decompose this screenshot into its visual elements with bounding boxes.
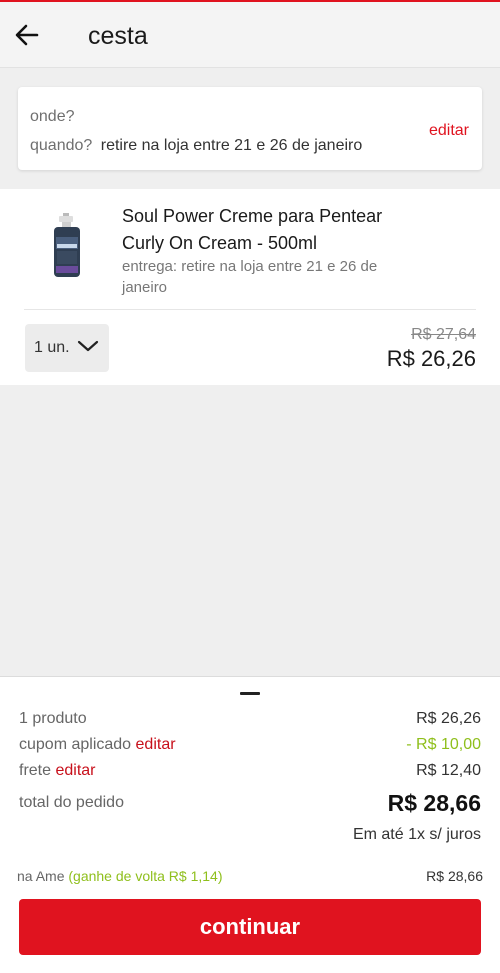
coupon-value: - R$ 10,00	[406, 736, 481, 753]
when-label: quando?	[30, 137, 93, 154]
total-label: total do pedido	[19, 794, 124, 811]
edit-coupon-link[interactable]: editar	[136, 736, 176, 753]
shipping-value: R$ 12,40	[416, 762, 481, 779]
total-value: R$ 28,66	[387, 790, 481, 816]
chevron-down-icon	[77, 340, 99, 352]
edit-shipping-link[interactable]: editar	[55, 762, 95, 779]
products-row: 1 produto R$ 26,26	[19, 710, 481, 732]
shipping-label-wrap: frete editar	[19, 762, 96, 780]
order-summary-panel: 1 produto R$ 26,26 cupom aplicado editar…	[0, 676, 500, 973]
ame-cashback: (ganhe de volta R$ 1,14)	[68, 868, 223, 884]
product-name[interactable]: Soul Power Creme para Pentear Curly On C…	[122, 203, 422, 257]
delivery-info: entrega: retire na loja entre 21 e 26 de…	[122, 258, 378, 296]
products-value: R$ 26,26	[416, 710, 481, 727]
arrow-left-icon[interactable]	[12, 20, 42, 50]
page-title: cesta	[88, 22, 148, 50]
app-header: cesta	[0, 2, 500, 68]
product-bottle-image[interactable]	[47, 213, 87, 279]
shipping-row: frete editar R$ 12,40	[19, 762, 481, 784]
continue-button[interactable]: continuar	[19, 899, 481, 955]
ame-row: na Ame (ganhe de volta R$ 1,14) R$ 28,66	[17, 868, 483, 888]
when-value: retire na loja entre 21 e 26 de janeiro	[100, 137, 363, 154]
divider	[24, 309, 476, 310]
drag-handle[interactable]	[240, 692, 260, 695]
current-price: R$ 26,26	[386, 346, 476, 371]
ame-label: na Ame	[17, 868, 65, 884]
products-label: 1 produto	[19, 710, 87, 727]
ame-value: R$ 28,66	[426, 868, 483, 884]
installments-info: Em até 1x s/ juros	[352, 826, 481, 843]
edit-location-link[interactable]: editar	[429, 122, 469, 140]
where-label: onde?	[30, 108, 75, 125]
coupon-row: cupom aplicado editar - R$ 10,00	[19, 736, 481, 758]
quantity-select[interactable]: 1 un.	[25, 324, 109, 372]
pickup-location-card: onde? quando? retire na loja entre 21 e …	[18, 87, 482, 170]
shipping-label: frete	[19, 762, 52, 779]
original-price: R$ 27,64	[411, 326, 476, 343]
when-row: quando? retire na loja entre 21 e 26 de …	[30, 137, 362, 155]
quantity-value: 1 un.	[34, 339, 70, 356]
cart-item: Soul Power Creme para Pentear Curly On C…	[0, 189, 500, 385]
coupon-label: cupom aplicado	[19, 736, 132, 753]
coupon-label-wrap: cupom aplicado editar	[19, 736, 176, 754]
ame-label-wrap: na Ame (ganhe de volta R$ 1,14)	[17, 868, 222, 884]
